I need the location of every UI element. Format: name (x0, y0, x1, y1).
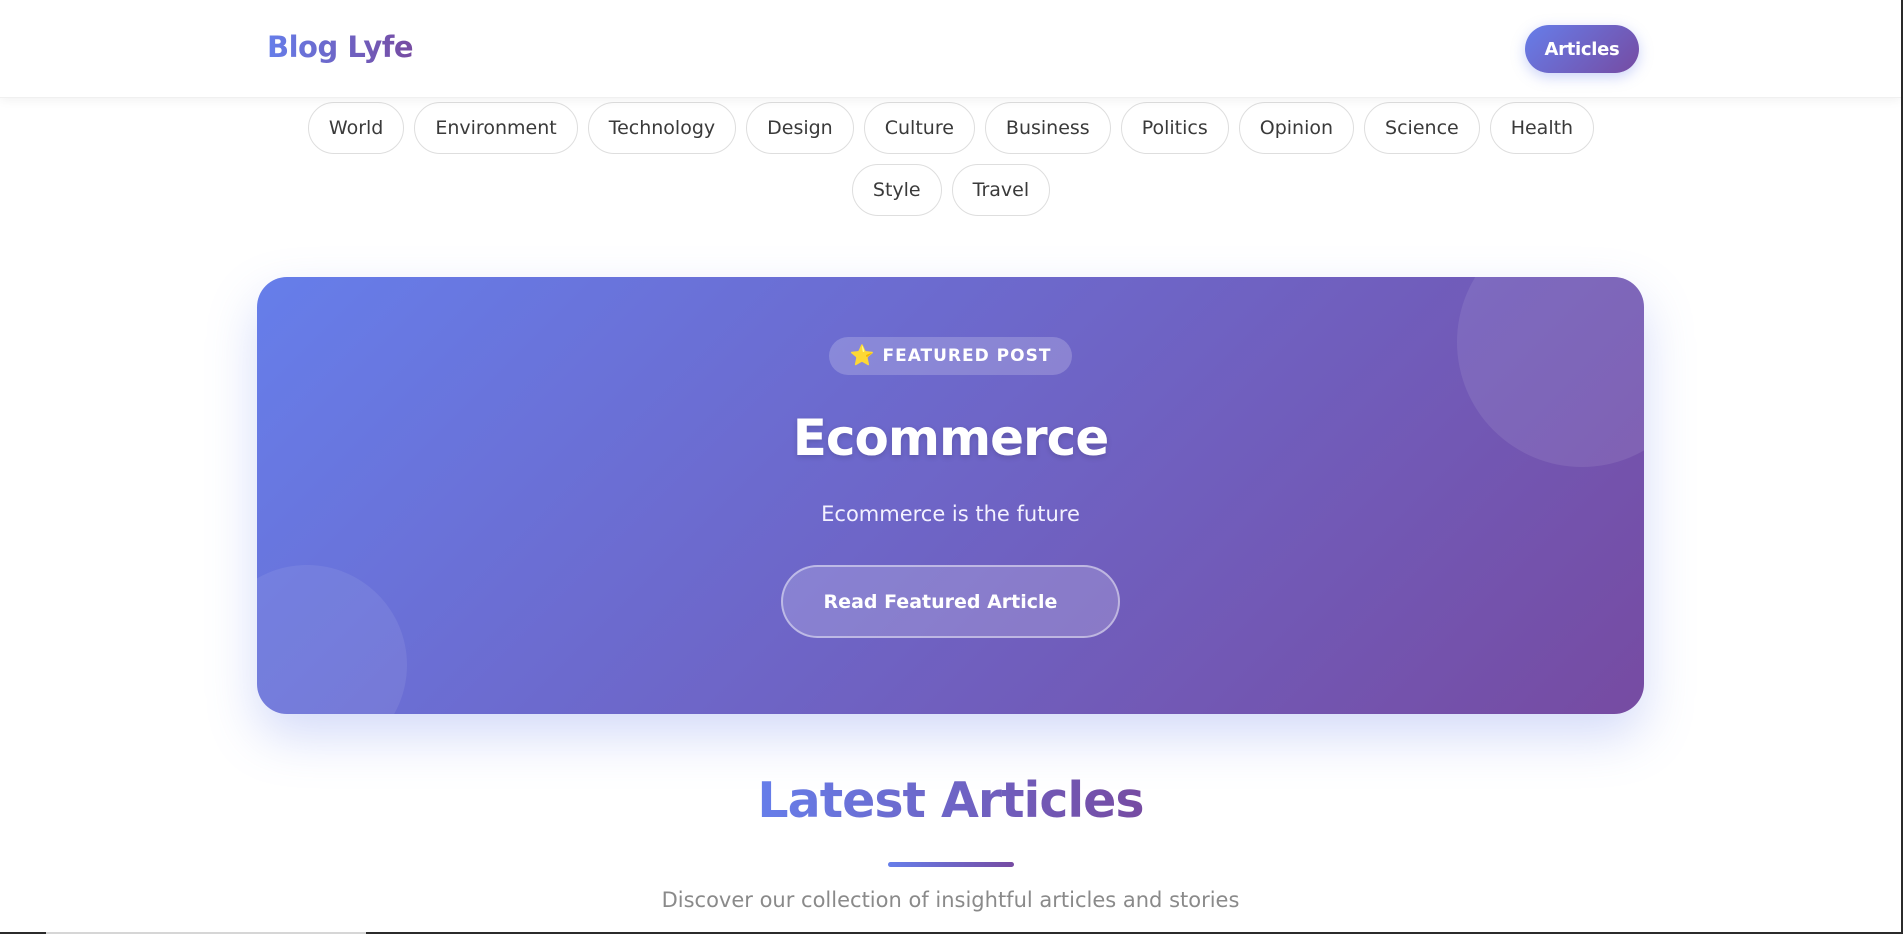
star-icon: ⭐ (849, 345, 875, 367)
category-pill-business[interactable]: Business (984, 102, 1111, 154)
category-pill-opinion[interactable]: Opinion (1238, 102, 1355, 154)
latest-articles-subtitle: Discover our collection of insightful ar… (661, 888, 1240, 912)
section-divider (888, 862, 1014, 867)
featured-post-title: Ecommerce (792, 409, 1109, 467)
category-pill-world[interactable]: World (307, 102, 405, 154)
category-pill-travel[interactable]: Travel (951, 164, 1051, 216)
brand-logo[interactable]: Blog Lyfe (267, 30, 414, 64)
featured-post-hero: ⭐ FEATURED POST Ecommerce Ecommerce is t… (257, 277, 1644, 714)
site-header: Blog Lyfe Articles (0, 0, 1901, 98)
articles-nav-button[interactable]: Articles (1525, 25, 1639, 73)
category-pill-culture[interactable]: Culture (863, 102, 975, 154)
category-pill-politics[interactable]: Politics (1120, 102, 1229, 154)
category-pill-health[interactable]: Health (1489, 102, 1595, 154)
category-pill-design[interactable]: Design (746, 102, 854, 154)
category-pill-technology[interactable]: Technology (587, 102, 737, 154)
featured-badge-label: FEATURED POST (882, 346, 1052, 366)
latest-articles-heading-text: Latest Articles (757, 772, 1144, 829)
read-featured-article-button[interactable]: Read Featured Article (781, 565, 1120, 638)
decorative-circle (257, 565, 407, 714)
category-pill-style[interactable]: Style (851, 164, 942, 216)
page: Blog Lyfe Articles World Environment Tec… (0, 0, 1903, 934)
category-pill-science[interactable]: Science (1364, 102, 1480, 154)
latest-articles-heading: Latest Articles (0, 772, 1901, 829)
featured-badge: ⭐ FEATURED POST (829, 337, 1072, 375)
category-pill-environment[interactable]: Environment (414, 102, 578, 154)
featured-post-excerpt: Ecommerce is the future (821, 502, 1080, 526)
category-filter-bar: World Environment Technology Design Cult… (270, 102, 1632, 216)
